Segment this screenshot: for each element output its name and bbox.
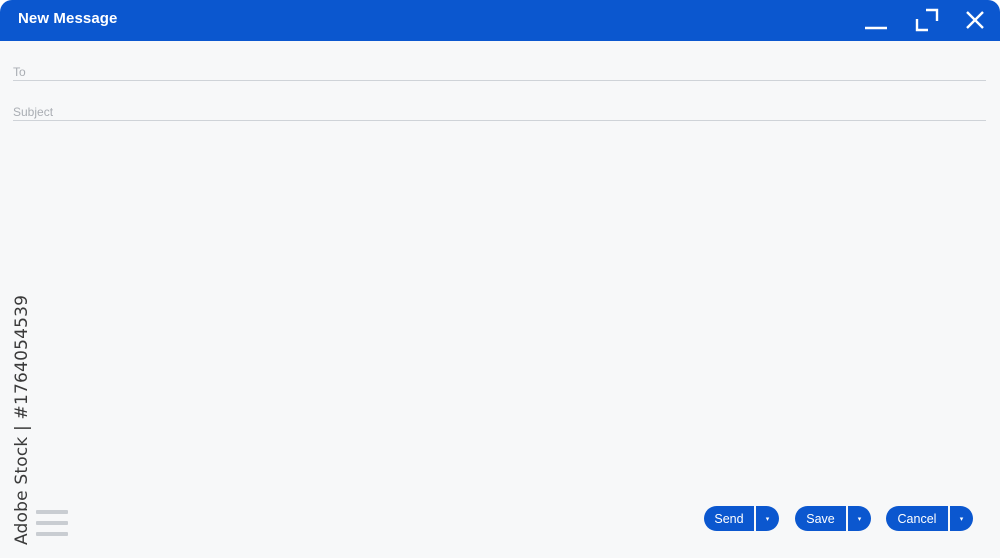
send-options-arrow-icon[interactable]: ▾ [756,506,779,531]
menu-icon[interactable] [36,508,68,538]
cancel-options-arrow-icon[interactable]: ▾ [950,506,973,531]
maximize-button[interactable] [912,6,942,34]
close-button[interactable] [960,6,990,34]
save-button[interactable]: Save [795,506,846,531]
to-field-row [13,59,986,81]
menu-icon-line [36,510,68,514]
to-input[interactable] [13,59,986,80]
cancel-button[interactable]: Cancel [886,506,948,531]
window-title: New Message [18,10,118,27]
send-split-button: Send ▾ [704,506,779,531]
minimize-button[interactable] [860,6,890,34]
menu-icon-line [36,521,68,525]
subject-field-row [13,99,986,121]
minimize-icon [865,26,887,30]
cancel-split-button: Cancel ▾ [886,506,973,531]
maximize-icon [915,8,939,32]
save-split-button: Save ▾ [795,506,871,531]
save-options-arrow-icon[interactable]: ▾ [848,506,871,531]
send-button[interactable]: Send [704,506,754,531]
menu-icon-line [36,532,68,536]
compose-window: New Message Send [0,0,1000,558]
stock-watermark: Adobe Stock | #1764054539 [12,294,32,545]
close-icon [966,11,984,29]
subject-input[interactable] [13,99,986,120]
title-bar: New Message [0,0,1000,41]
message-body[interactable] [13,130,986,495]
